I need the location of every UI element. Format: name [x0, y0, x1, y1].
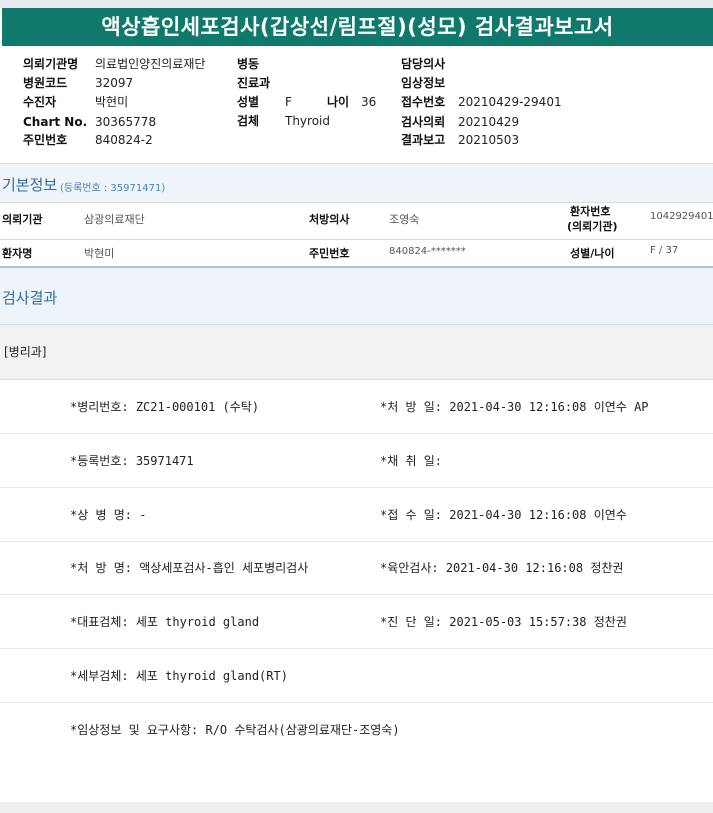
row-divider	[0, 648, 713, 649]
row-divider	[0, 433, 713, 434]
top-strip	[0, 0, 713, 8]
institution-value: 의료법인양진의료재단	[95, 57, 206, 71]
prescription-name: *처 방 명: 액상세포검사-흡인 세포병리검사	[70, 561, 309, 575]
chart-label: Chart No.	[23, 115, 88, 129]
results-header: 검사결과	[0, 268, 713, 324]
age-label: 나이	[327, 95, 350, 109]
prescribing-doctor-label: 처방의사	[309, 213, 350, 226]
representative-specimen: *대표검체: 세포 thyroid gland	[70, 615, 260, 629]
rrn-value: 840824-*******	[389, 246, 466, 257]
registration-number-item: *등록번호: 35971471	[70, 454, 194, 468]
request-label: 검사의뢰	[401, 115, 446, 129]
row-divider	[0, 487, 713, 488]
dept-label: 진료과	[237, 76, 271, 90]
divider	[0, 239, 713, 240]
receipt-date: *접 수 일: 2021-04-30 12:16:08 이연수	[380, 508, 627, 522]
receipt-label: 접수번호	[401, 95, 446, 109]
clinical-info-request: *임상정보 및 요구사항: R/O 수탁검사(삼광의료재단-조영숙)	[70, 723, 400, 737]
ward-label: 병동	[237, 57, 260, 71]
inst-value: 삼광의료재단	[84, 213, 145, 226]
results-title: 검사결과	[2, 289, 58, 307]
report-label: 결과보고	[401, 133, 446, 147]
gross-exam: *육안검사: 2021-04-30 12:16:08 정찬권	[380, 561, 624, 575]
sex-age-value: F / 37	[650, 245, 679, 256]
patient-name-value: 박현미	[84, 247, 115, 260]
institution-label: 의뢰기관명	[23, 57, 79, 71]
id-value: 840824-2	[95, 133, 153, 147]
patient-label: 수진자	[23, 95, 57, 109]
chart-value: 30365778	[95, 115, 157, 129]
clinical-info-label: 임상정보	[401, 76, 446, 90]
department-band: [병리과]	[0, 325, 713, 379]
report-value: 20210503	[458, 133, 520, 147]
patient-name-label: 환자명	[2, 247, 33, 260]
age-value: 36	[361, 95, 377, 109]
diagnosis-date: *진 단 일: 2021-05-03 15:57:38 정찬권	[380, 615, 627, 629]
inst-label: 의뢰기관	[2, 213, 43, 226]
row-divider	[0, 594, 713, 595]
collection-date: *채 취 일:	[380, 454, 443, 468]
registration-number: (등록번호 : 35971471)	[60, 183, 166, 194]
sex-label: 성별	[237, 95, 260, 109]
sex-age-label: 성별/나이	[570, 247, 615, 260]
basic-info-header: 기본정보 (등록번호 : 35971471)	[0, 164, 713, 202]
patient-value: 박현미	[95, 95, 129, 109]
receipt-value: 20210429-29401	[458, 95, 562, 109]
basic-info-title: 기본정보	[2, 176, 58, 194]
patient-number-sublabel: (의뢰기관)	[567, 220, 618, 233]
specimen-label: 검체	[237, 114, 260, 128]
diagnosis-name: *상 병 명: -	[70, 508, 147, 522]
bottom-strip	[0, 802, 713, 813]
prescription-date: *처 방 일: 2021-04-30 12:16:08 이연수 AP	[380, 400, 649, 414]
divider	[0, 379, 713, 380]
id-label: 주민번호	[23, 133, 68, 147]
detailed-specimen: *세부검체: 세포 thyroid gland(RT)	[70, 669, 288, 683]
row-divider	[0, 541, 713, 542]
sex-value: F	[285, 95, 292, 109]
hospital-code-label: 병원코드	[23, 76, 68, 90]
rrn-label: 주민번호	[309, 247, 350, 260]
prescribing-doctor-value: 조영숙	[389, 213, 420, 226]
patient-number-value: 1042929401	[650, 211, 713, 222]
department-label: [병리과]	[4, 345, 47, 359]
row-divider	[0, 702, 713, 703]
report-title: 액상흡인세포검사(갑상선/림프절)(성모) 검사결과보고서	[2, 8, 713, 46]
patient-number-label: 환자번호	[570, 205, 611, 218]
request-value: 20210429	[458, 115, 520, 129]
doctor-label: 담당의사	[401, 57, 446, 71]
pathology-number: *병리번호: ZC21-000101 (수탁)	[70, 400, 260, 414]
hospital-code-value: 32097	[95, 76, 134, 90]
specimen-value: Thyroid	[285, 114, 330, 128]
